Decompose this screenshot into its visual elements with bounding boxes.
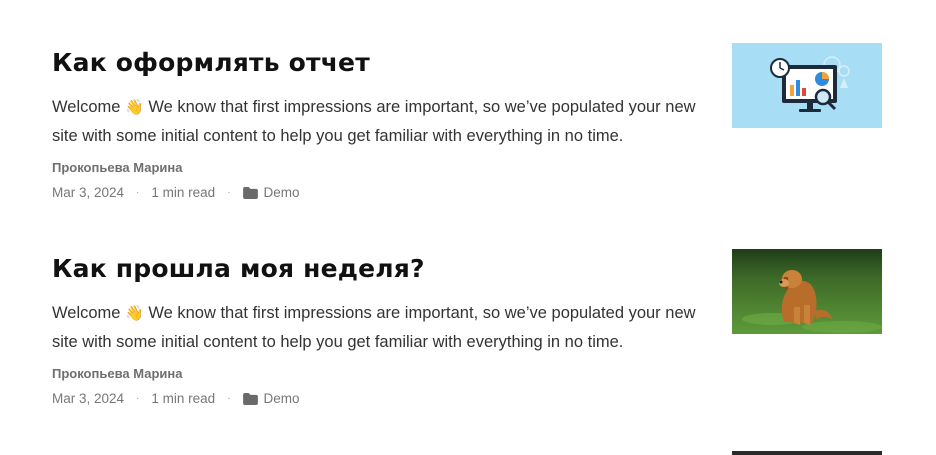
golden-retriever-on-grass-photo [732, 249, 882, 334]
post-meta: Mar 3, 2024 · 1 min read · Demo [52, 391, 300, 406]
meta-separator: · [136, 393, 140, 404]
folder-icon [242, 392, 258, 405]
post-meta: Mar 3, 2024 · 1 min read · Demo [52, 185, 300, 200]
post-excerpt: Welcome 👋 We know that first impressions… [52, 299, 712, 356]
excerpt-start: Welcome [52, 304, 126, 322]
folder-icon [242, 186, 258, 199]
post-thumbnail[interactable] [732, 249, 882, 334]
post-title[interactable]: Как прошла моя неделя? [52, 254, 425, 283]
excerpt-start: Welcome [52, 98, 126, 116]
post-author[interactable]: Прокопьева Марина [52, 160, 182, 175]
post-date: Mar 3, 2024 [52, 185, 125, 200]
post-title[interactable]: Как оформлять отчет [52, 48, 370, 77]
meta-separator: · [136, 187, 140, 198]
waving-hand-icon: 👋 [125, 305, 144, 322]
excerpt-rest: We know that first impressions are impor… [52, 304, 696, 351]
post-author[interactable]: Прокопьева Марина [52, 366, 182, 381]
analytics-dashboard-illustration [732, 43, 882, 128]
post-date: Mar 3, 2024 [52, 391, 125, 406]
post-thumbnail-partial[interactable] [732, 451, 882, 455]
post-thumbnail[interactable] [732, 43, 882, 128]
meta-separator: · [227, 393, 231, 404]
post-excerpt: Welcome 👋 We know that first impressions… [52, 93, 712, 150]
read-time: 1 min read [151, 185, 216, 200]
read-time: 1 min read [151, 391, 216, 406]
post-category[interactable]: Demo [264, 391, 300, 406]
waving-hand-icon: 👋 [125, 99, 144, 116]
post-category[interactable]: Demo [264, 185, 300, 200]
meta-separator: · [227, 187, 231, 198]
excerpt-rest: We know that first impressions are impor… [52, 98, 696, 145]
